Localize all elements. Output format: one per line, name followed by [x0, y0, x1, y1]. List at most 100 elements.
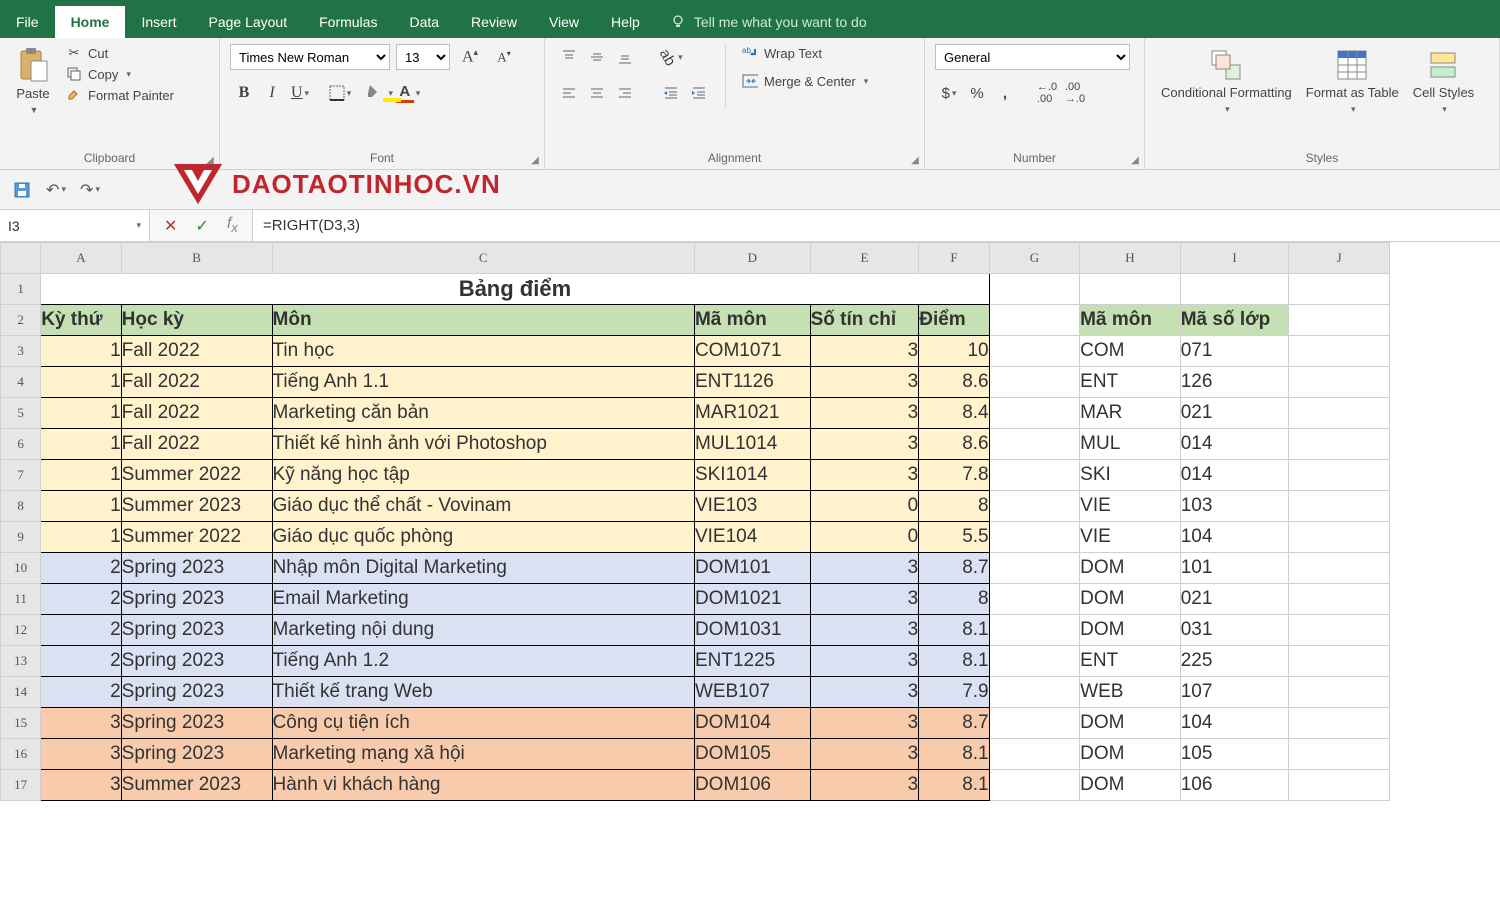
title-cell[interactable]: Bảng điểm	[41, 274, 989, 305]
cell[interactable]: 8	[919, 491, 989, 522]
cell[interactable]: MAR1021	[694, 398, 810, 429]
cell[interactable]	[989, 677, 1080, 708]
cell[interactable]: 3	[810, 584, 919, 615]
row-head[interactable]: 1	[1, 274, 41, 305]
cell[interactable]: Fall 2022	[121, 336, 272, 367]
cell[interactable]: 10	[919, 336, 989, 367]
comma-button[interactable]: ,	[991, 80, 1019, 106]
underline-button[interactable]: U▾	[286, 80, 314, 106]
font-color-button[interactable]: A▾	[394, 80, 422, 106]
cell[interactable]: 2	[41, 646, 121, 677]
cell[interactable]: 1	[41, 522, 121, 553]
cell[interactable]: 8.6	[919, 367, 989, 398]
cell[interactable]: 1	[41, 491, 121, 522]
header-cell[interactable]: Học kỳ	[121, 305, 272, 336]
dialog-launcher-icon[interactable]: ◢	[908, 153, 922, 167]
cell[interactable]: VIE	[1080, 491, 1181, 522]
cell[interactable]: Giáo dục thể chất - Vovinam	[272, 491, 694, 522]
col-E[interactable]: E	[810, 243, 919, 274]
cell[interactable]: 8.4	[919, 398, 989, 429]
cell[interactable]: MAR	[1080, 398, 1181, 429]
col-C[interactable]: C	[272, 243, 694, 274]
tab-formulas[interactable]: Formulas	[303, 6, 393, 38]
cell[interactable]: Spring 2023	[121, 615, 272, 646]
cell[interactable]	[1289, 646, 1390, 677]
cell[interactable]: VIE	[1080, 522, 1181, 553]
cell[interactable]: 1	[41, 367, 121, 398]
cell[interactable]: 1	[41, 460, 121, 491]
cell[interactable]: 106	[1180, 770, 1289, 801]
cell[interactable]	[989, 398, 1080, 429]
accounting-button[interactable]: $▾	[935, 80, 963, 106]
cell[interactable]: 8.1	[919, 646, 989, 677]
cell[interactable]	[1289, 739, 1390, 770]
format-as-table-button[interactable]: Format as Table▾	[1300, 44, 1405, 119]
row-head[interactable]: 2	[1, 305, 41, 336]
cell[interactable]: 225	[1180, 646, 1289, 677]
cell[interactable]: 3	[810, 615, 919, 646]
cell[interactable]: Hành vi khách hàng	[272, 770, 694, 801]
cell[interactable]: 3	[810, 708, 919, 739]
cell-styles-button[interactable]: Cell Styles▾	[1407, 44, 1480, 119]
cell[interactable]	[989, 522, 1080, 553]
row-head[interactable]: 15	[1, 708, 41, 739]
cell[interactable]	[989, 460, 1080, 491]
col-B[interactable]: B	[121, 243, 272, 274]
col-G[interactable]: G	[989, 243, 1080, 274]
cell[interactable]: Spring 2023	[121, 708, 272, 739]
cell[interactable]: 3	[810, 677, 919, 708]
cell[interactable]: 014	[1180, 460, 1289, 491]
cell[interactable]: Spring 2023	[121, 584, 272, 615]
cell[interactable]: SKI1014	[694, 460, 810, 491]
cell[interactable]: 021	[1180, 398, 1289, 429]
font-name-select[interactable]: Times New Roman	[230, 44, 390, 70]
increase-indent-button[interactable]	[685, 80, 713, 106]
tab-file[interactable]: File	[0, 6, 55, 38]
cell[interactable]: 3	[810, 367, 919, 398]
header-cell[interactable]: Mã môn	[694, 305, 810, 336]
cell[interactable]	[989, 584, 1080, 615]
cell[interactable]: DOM1031	[694, 615, 810, 646]
cell[interactable]: DOM104	[694, 708, 810, 739]
cell[interactable]	[1289, 770, 1390, 801]
cell[interactable]: Thiết kế trang Web	[272, 677, 694, 708]
cell[interactable]	[989, 770, 1080, 801]
cell[interactable]: VIE104	[694, 522, 810, 553]
row-head[interactable]: 10	[1, 553, 41, 584]
cell[interactable]	[1289, 429, 1390, 460]
name-box[interactable]: I3 ▾	[0, 210, 150, 241]
number-format-select[interactable]: General	[935, 44, 1130, 70]
percent-button[interactable]: %	[963, 80, 991, 106]
decrease-indent-button[interactable]	[657, 80, 685, 106]
row-head[interactable]: 16	[1, 739, 41, 770]
cell[interactable]: 0	[810, 522, 919, 553]
cell[interactable]	[1289, 522, 1390, 553]
dialog-launcher-icon[interactable]: ◢	[1128, 153, 1142, 167]
cell[interactable]: 021	[1180, 584, 1289, 615]
cell[interactable]: Spring 2023	[121, 739, 272, 770]
cell[interactable]: 1	[41, 398, 121, 429]
cell[interactable]: 3	[41, 708, 121, 739]
cell[interactable]: DOM	[1080, 739, 1181, 770]
cell[interactable]	[989, 553, 1080, 584]
row-head[interactable]: 3	[1, 336, 41, 367]
align-center-button[interactable]	[583, 80, 611, 106]
cell[interactable]	[1289, 677, 1390, 708]
cell[interactable]: DOM101	[694, 553, 810, 584]
cell[interactable]	[989, 739, 1080, 770]
row-head[interactable]: 4	[1, 367, 41, 398]
cell[interactable]: WEB	[1080, 677, 1181, 708]
borders-button[interactable]: ▾	[326, 80, 354, 106]
cell[interactable]: 103	[1180, 491, 1289, 522]
tab-review[interactable]: Review	[455, 6, 533, 38]
cell[interactable]: Marketing căn bản	[272, 398, 694, 429]
cell[interactable]: 1	[41, 336, 121, 367]
cell[interactable]: 0	[810, 491, 919, 522]
cell[interactable]: Marketing nội dung	[272, 615, 694, 646]
header-cell[interactable]: Mã số lớp	[1180, 305, 1289, 336]
cell[interactable]: 8.7	[919, 553, 989, 584]
dialog-launcher-icon[interactable]: ◢	[528, 153, 542, 167]
cell[interactable]: Thiết kế hình ảnh với Photoshop	[272, 429, 694, 460]
col-H[interactable]: H	[1080, 243, 1181, 274]
cell[interactable]: DOM	[1080, 584, 1181, 615]
